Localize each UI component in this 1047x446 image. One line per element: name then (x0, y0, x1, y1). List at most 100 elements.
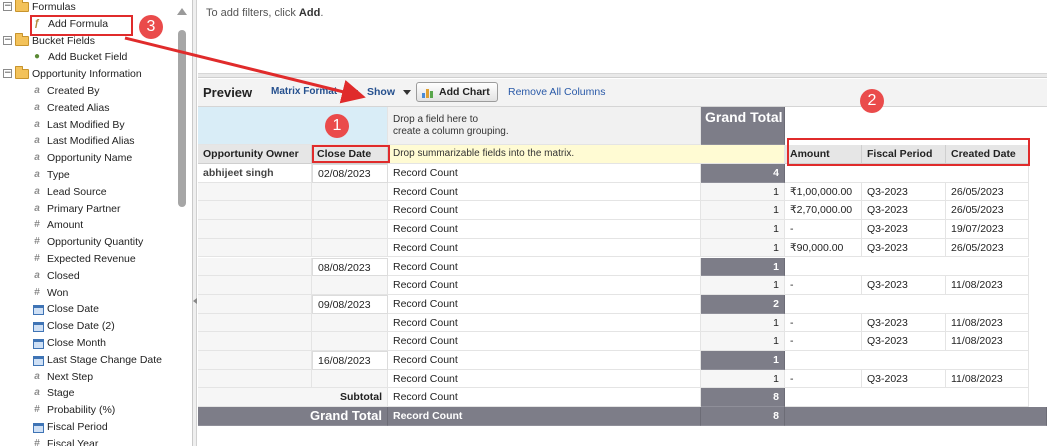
subtotal-label: Subtotal (198, 388, 388, 408)
close-date-cell: 08/08/2023 (312, 257, 388, 277)
text-field-icon: a (34, 370, 40, 382)
field-tree-item-label: Last Stage Change Date (47, 353, 162, 366)
field-tree-item[interactable]: a Type (0, 167, 175, 184)
record-count-cell: 1 (701, 313, 785, 333)
field-tree-item[interactable]: a Last Modified Alias (0, 133, 175, 150)
format-caret-icon[interactable] (350, 90, 358, 95)
amount-cell: - (785, 332, 862, 351)
field-tree-item[interactable]: a Closed (0, 268, 175, 285)
amount-cell: - (785, 369, 862, 389)
field-tree-item[interactable]: − Opportunity Information (0, 66, 175, 83)
annotation-callout-1: 1 (325, 114, 349, 138)
row-group-header-spacer (198, 107, 388, 145)
field-tree-item[interactable]: # Fiscal Year (0, 436, 175, 446)
field-tree-item[interactable]: # Probability (%) (0, 402, 175, 419)
field-tree-item[interactable]: # Won (0, 285, 175, 302)
close-date-cell: 09/08/2023 (312, 294, 388, 314)
owner-cell-empty (198, 201, 312, 221)
record-count-label: Record Count (388, 313, 701, 333)
field-tree-item[interactable]: − Formulas (0, 0, 175, 16)
field-tree-item-label: Stage (47, 387, 75, 400)
field-tree-item[interactable]: a Lead Source (0, 184, 175, 201)
collapse-toggle-icon[interactable]: − (3, 2, 12, 11)
field-tree-item[interactable]: a Created By (0, 83, 175, 100)
field-tree-item[interactable]: # Opportunity Quantity (0, 234, 175, 251)
group-count-cell: 1 (701, 257, 785, 277)
owner-cell-empty (198, 294, 312, 314)
calendar-icon (33, 423, 44, 433)
group-detail-blank (785, 351, 1029, 370)
fiscal-period-cell: Q3-2023 (862, 276, 946, 295)
collapse-toggle-icon[interactable]: − (3, 69, 12, 79)
created-date-cell: 26/05/2023 (946, 182, 1029, 202)
subtotal-detail-blank (785, 388, 1029, 408)
field-tree-item[interactable]: Close Month (0, 335, 175, 352)
fiscal-period-cell: Q3-2023 (862, 238, 946, 258)
field-tree-item[interactable]: a Primary Partner (0, 201, 175, 218)
text-field-icon: a (34, 202, 40, 214)
panel-splitter[interactable] (193, 0, 197, 446)
field-tree-item[interactable]: a Created Alias (0, 100, 175, 117)
field-tree-item[interactable]: a Last Modified By (0, 117, 175, 134)
number-field-icon: # (34, 437, 40, 446)
close-date-cell-empty (312, 276, 388, 295)
field-tree-item-label: Expected Revenue (47, 253, 136, 265)
report-format-dropdown[interactable]: Matrix Format (271, 86, 337, 97)
text-field-icon: a (34, 101, 40, 113)
record-count-label: Record Count (388, 182, 701, 202)
group-detail-blank (785, 257, 1029, 277)
owner-cell-empty (198, 369, 312, 389)
owner-cell-empty (198, 182, 312, 202)
text-field-icon: a (34, 85, 40, 96)
annotation-box-close-date (312, 145, 390, 163)
created-date-cell: 19/07/2023 (946, 220, 1029, 239)
add-chart-button[interactable]: Add Chart (416, 82, 498, 102)
calendar-icon (33, 322, 44, 333)
column-drop-hint-line2: create a column grouping. (393, 126, 509, 137)
annotation-callout-2: 2 (860, 89, 884, 113)
filters-splitter[interactable] (198, 74, 1047, 78)
field-tree-item[interactable]: Close Date (0, 301, 175, 318)
field-tree-item[interactable]: a Next Step (0, 369, 175, 386)
field-tree-item[interactable]: # Amount (0, 217, 175, 234)
bar-chart-icon (422, 87, 435, 98)
column-grouping-drop-zone[interactable]: Drop a field here to create a column gro… (388, 107, 701, 145)
field-tree-scrollbar[interactable] (175, 0, 189, 446)
fiscal-period-cell: Q3-2023 (862, 313, 946, 333)
record-count-label: Record Count (388, 332, 701, 351)
grand-total-detail-blank (785, 407, 1047, 426)
scroll-thumb[interactable] (178, 30, 186, 207)
scroll-up-arrow-icon[interactable] (177, 8, 187, 15)
field-tree-item[interactable]: ● Add Bucket Field (0, 49, 175, 66)
calendar-icon (33, 305, 44, 316)
preview-title: Preview (203, 85, 253, 100)
number-field-icon: # (34, 404, 40, 416)
field-tree-item-label: Fiscal Year (47, 437, 99, 446)
field-tree-item[interactable]: Close Date (2) (0, 318, 175, 335)
field-tree-item[interactable]: Last Stage Change Date (0, 352, 175, 369)
folder-icon (15, 0, 29, 12)
row-group-header-owner[interactable]: Opportunity Owner (198, 145, 312, 164)
close-date-cell-empty (312, 332, 388, 351)
field-tree-item[interactable]: # Expected Revenue (0, 251, 175, 268)
collapse-arrow-icon[interactable] (193, 298, 197, 304)
record-count-cell: 1 (701, 369, 785, 389)
summary-drop-zone[interactable]: Drop summarizable fields into the matrix… (388, 145, 785, 164)
field-tree-item-label: Closed (47, 269, 80, 282)
group-detail-blank (785, 294, 1029, 314)
close-date-cell-empty (312, 238, 388, 258)
field-tree-item-label: Last Modified Alias (47, 135, 135, 148)
remove-all-columns-link[interactable]: Remove All Columns (508, 86, 605, 98)
field-tree-item[interactable]: Fiscal Period (0, 419, 175, 436)
field-tree-item[interactable]: a Opportunity Name (0, 150, 175, 167)
calendar-icon (33, 339, 44, 349)
amount-cell: - (785, 220, 862, 239)
field-tree-item[interactable]: a Stage (0, 385, 175, 402)
record-count-label: Record Count (388, 257, 701, 277)
group-count-cell: 4 (701, 164, 785, 183)
number-field-icon: # (34, 219, 40, 231)
collapse-toggle-icon[interactable]: − (3, 35, 12, 45)
show-caret-icon[interactable] (403, 90, 411, 95)
record-count-cell: 1 (701, 182, 785, 202)
show-dropdown[interactable]: Show (367, 86, 395, 98)
